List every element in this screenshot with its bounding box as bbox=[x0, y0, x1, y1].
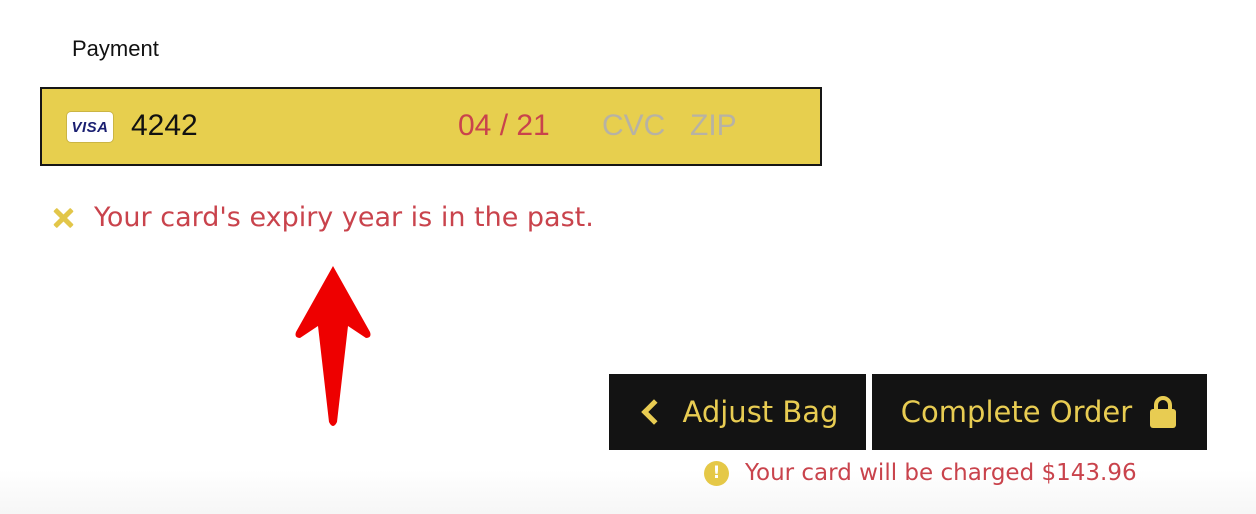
card-error-message: Your card's expiry year is in the past. bbox=[50, 202, 594, 233]
card-expiry-input[interactable] bbox=[458, 109, 588, 143]
lock-icon bbox=[1150, 396, 1177, 428]
charge-amount-text: Your card will be charged $143.96 bbox=[745, 460, 1137, 486]
card-cvc-input[interactable] bbox=[602, 109, 682, 143]
card-number-input[interactable] bbox=[131, 109, 331, 143]
payment-heading: Payment bbox=[72, 36, 159, 61]
complete-order-label: Complete Order bbox=[900, 395, 1133, 429]
adjust-bag-label: Adjust Bag bbox=[682, 395, 839, 429]
visa-card-icon: VISA bbox=[67, 112, 113, 142]
exclamation-circle-icon: ! bbox=[704, 460, 729, 486]
card-input-field[interactable]: VISA bbox=[40, 87, 822, 166]
card-zip-input[interactable] bbox=[690, 109, 770, 143]
charge-notice: ! Your card will be charged $143.96 bbox=[704, 460, 1137, 486]
card-error-text: Your card's expiry year is in the past. bbox=[94, 202, 594, 233]
card-brand-label: VISA bbox=[71, 118, 109, 136]
chevron-left-icon bbox=[640, 399, 667, 425]
adjust-bag-button[interactable]: Adjust Bag bbox=[609, 374, 866, 450]
complete-order-button[interactable]: Complete Order bbox=[872, 374, 1207, 450]
red-arrow-up-icon bbox=[295, 266, 371, 426]
x-icon bbox=[50, 205, 76, 231]
